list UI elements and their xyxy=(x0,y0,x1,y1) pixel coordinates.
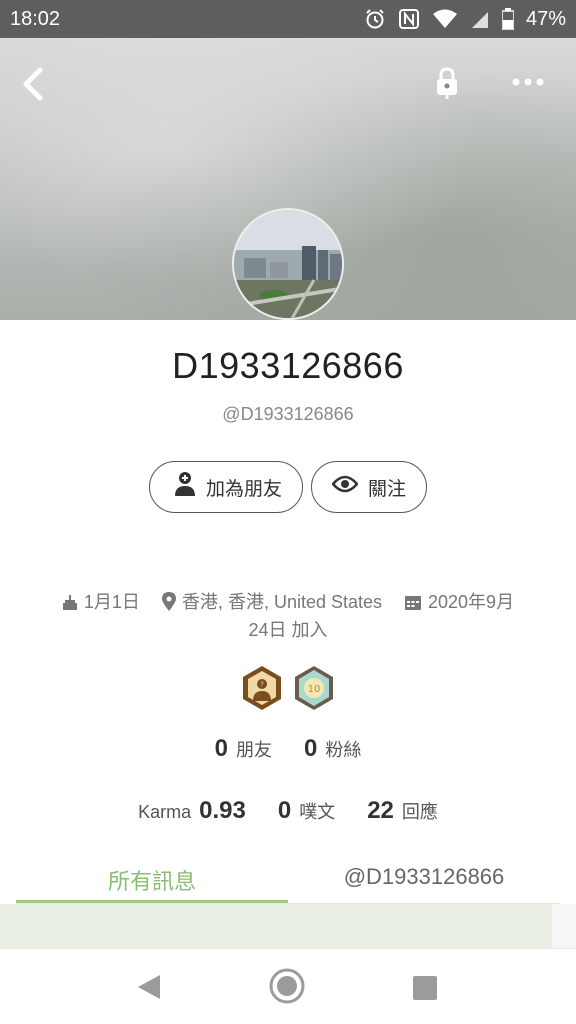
replies-label: 回應 xyxy=(401,802,438,822)
status-time: 18:02 xyxy=(10,7,61,30)
calendar-icon xyxy=(404,593,422,611)
timeline-area[interactable] xyxy=(0,904,552,948)
add-person-icon xyxy=(174,471,196,503)
action-buttons: 加為朋友 關注 xyxy=(149,461,427,513)
profile-meta: 1月1日 香港, 香港, United States 2020年9月 24日 加… xyxy=(0,588,576,644)
followers-count[interactable]: 0 xyxy=(304,735,317,763)
avatar[interactable] xyxy=(232,208,344,320)
location-text: 香港, 香港, United States xyxy=(181,592,383,612)
friends-stats: 0 朋友 0 粉絲 xyxy=(0,735,576,763)
followers-label[interactable]: 粉絲 xyxy=(325,736,361,762)
nav-back-icon[interactable] xyxy=(136,973,162,1006)
system-nav-bar xyxy=(0,948,576,1024)
svg-text:?: ? xyxy=(260,681,264,689)
profile-tabs: 所有訊息 @D1933126866 xyxy=(16,856,560,904)
wifi-icon xyxy=(432,8,458,30)
location-item: 香港, 香港, United States xyxy=(161,588,383,616)
level-badge-icon[interactable]: 10 xyxy=(292,664,336,717)
add-friend-label: 加為朋友 xyxy=(206,478,283,500)
signal-icon xyxy=(470,8,490,30)
profile-badge-icon[interactable]: ? xyxy=(240,664,284,717)
nfc-icon xyxy=(398,8,420,30)
joined-text-line1: 2020年9月 xyxy=(428,592,515,612)
karma-value: 0.93 xyxy=(199,797,246,824)
nav-home-icon[interactable] xyxy=(268,967,306,1010)
lock-icon[interactable] xyxy=(432,66,462,100)
karma-stats: Karma 0.93 0 噗文 22 回應 xyxy=(0,797,576,825)
nav-recent-apps-icon[interactable] xyxy=(412,975,438,1006)
level-badge-text: 10 xyxy=(308,684,321,695)
friends-count[interactable]: 0 xyxy=(215,735,228,763)
back-arrow-icon[interactable] xyxy=(18,66,50,102)
birthday-item: 1月1日 xyxy=(62,588,140,616)
birthday-cake-icon xyxy=(62,593,78,611)
battery-icon xyxy=(501,8,514,30)
handle: @D1933126866 xyxy=(222,404,354,424)
friends-label[interactable]: 朋友 xyxy=(236,736,272,762)
posts-count: 0 xyxy=(277,797,292,824)
replies-count: 22 xyxy=(367,797,394,824)
follow-button[interactable]: 關注 xyxy=(311,461,427,513)
tab-mentions[interactable]: @D1933126866 xyxy=(288,856,560,903)
posts-label: 噗文 xyxy=(299,802,336,822)
alarm-icon xyxy=(364,8,386,30)
joined-item: 2020年9月 xyxy=(404,588,514,616)
display-name: D1933126866 xyxy=(172,345,404,386)
status-bar: 18:02 47% xyxy=(0,0,576,38)
follow-label: 關注 xyxy=(368,478,407,500)
status-icons: 47% xyxy=(364,8,566,31)
eye-icon xyxy=(331,474,359,500)
meta-line-2: 24日 加入 xyxy=(0,616,576,644)
location-pin-icon xyxy=(161,592,176,612)
birthday-text: 1月1日 xyxy=(83,592,140,612)
battery-percent: 47% xyxy=(525,7,566,30)
scroll-edge xyxy=(552,904,576,948)
add-friend-button[interactable]: 加為朋友 xyxy=(149,461,303,513)
badges: ? 10 xyxy=(240,664,336,717)
avatar-cityscape-image xyxy=(234,210,342,318)
joined-text-line2: 24日 加入 xyxy=(248,620,328,640)
more-options-icon[interactable] xyxy=(510,72,546,92)
karma-label: Karma xyxy=(138,802,192,822)
meta-line-1: 1月1日 香港, 香港, United States 2020年9月 xyxy=(0,588,576,616)
tab-all-messages[interactable]: 所有訊息 xyxy=(16,856,288,903)
